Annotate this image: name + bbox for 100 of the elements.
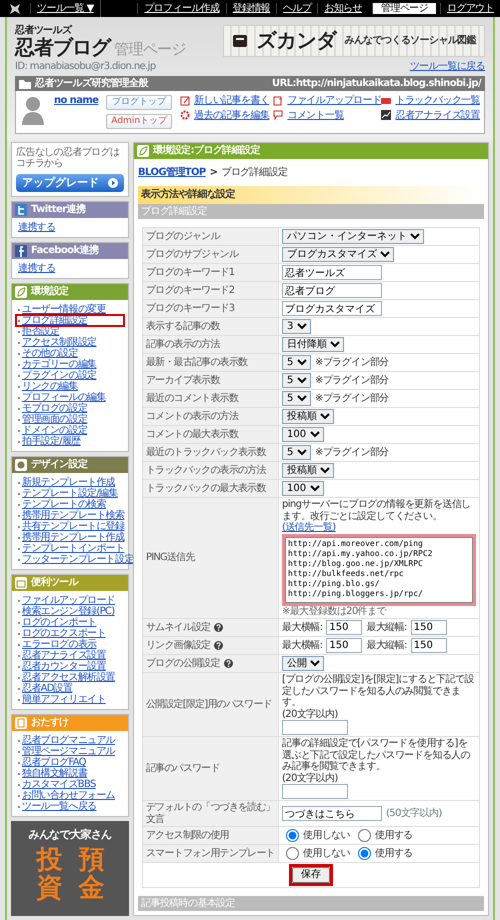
radio-button[interactable] bbox=[286, 847, 299, 860]
password-field[interactable] bbox=[282, 784, 348, 800]
nav-link[interactable]: ヘルプ bbox=[276, 2, 318, 14]
sidebar-link[interactable]: ログのインポート bbox=[22, 617, 96, 628]
sidebar-link[interactable]: お問い合わせフォーム bbox=[22, 790, 116, 802]
breadcrumb-link[interactable]: BLOG管理TOP bbox=[138, 166, 206, 178]
radio-button[interactable] bbox=[358, 829, 372, 842]
sidebar-link[interactable]: 連携する bbox=[18, 222, 56, 234]
sidebar-link[interactable]: プラグインの設定 bbox=[22, 370, 96, 382]
sidebar-link[interactable]: 共有テンプレートに登録 bbox=[22, 521, 124, 532]
sidebar-link[interactable]: その他の設定 bbox=[22, 348, 78, 360]
text-field[interactable]: 150 bbox=[410, 620, 447, 636]
sidebar-link[interactable]: ログのエクスポート bbox=[22, 628, 106, 640]
arrow-circle-icon bbox=[108, 178, 118, 188]
sidebar-link[interactable]: カスタマイズBBS bbox=[22, 779, 96, 790]
sidebar-link[interactable]: 忍者ブログFAQ bbox=[22, 757, 86, 768]
ad-banner[interactable]: みんなで大家さん 投資 預金 bbox=[11, 821, 129, 916]
sidebar-link[interactable]: 管理画面の設定 bbox=[22, 414, 88, 426]
sidebar-link[interactable]: テンプレート設定/編集 bbox=[22, 488, 118, 500]
field-note: ※プラグイン部分 bbox=[315, 446, 389, 458]
gear-icon bbox=[180, 110, 190, 120]
select-field[interactable]: ブログカスタマイズ bbox=[282, 247, 394, 262]
select-field[interactable]: 5 bbox=[282, 373, 311, 388]
ping-textarea[interactable]: http://api.moreover.com/ping http://api.my.yahoo.co.jp/RPC2 http://blog.goo.ne.jp/XMLRPC http://bulkfeeds.net/rpc http://ping.blo.gs/ http://ping.bloggers.jp/rpc/ bbox=[285, 536, 473, 603]
radio-button[interactable] bbox=[358, 847, 372, 860]
select-field[interactable]: 投稿順 bbox=[282, 409, 334, 424]
sidebar-link[interactable]: 忍者ブログマニュアル bbox=[22, 735, 116, 746]
shortcut-link[interactable]: 忍者アナライズ設置 bbox=[395, 110, 480, 121]
user-name[interactable]: no name bbox=[54, 95, 98, 106]
sidebar-link[interactable]: 忍者AD設置 bbox=[22, 683, 72, 694]
field-label: 記事のパスワード bbox=[146, 762, 220, 774]
sidebar-link[interactable]: 管理ページマニュアル bbox=[22, 746, 116, 758]
select-field[interactable]: 5 bbox=[282, 391, 311, 406]
sidebar-link[interactable]: 忍者カウンター設置 bbox=[22, 661, 106, 672]
ad-banner[interactable]: ズカンダ みんなでつくるソーシャル図鑑 bbox=[223, 24, 485, 56]
select-field[interactable]: 100 bbox=[282, 427, 324, 442]
shortcut-link[interactable]: トラックバック一覧 bbox=[395, 95, 480, 106]
sidebar-link[interactable]: テンプレートインポート bbox=[22, 543, 124, 554]
tools-menu[interactable]: ツール一覧 ▼ bbox=[30, 2, 100, 14]
text-field[interactable]: 150 bbox=[326, 620, 362, 636]
radio-button[interactable] bbox=[286, 829, 299, 842]
text-field[interactable]: 150 bbox=[326, 638, 362, 654]
select-field[interactable]: 公開 bbox=[282, 656, 324, 672]
text-field[interactable]: 忍者ブログ bbox=[282, 283, 382, 298]
server-list-link[interactable]: (送信先一覧) bbox=[282, 522, 336, 534]
sidebar-link[interactable]: プロフィールの編集 bbox=[22, 392, 106, 404]
radio-label[interactable]: 使用しない bbox=[303, 830, 350, 842]
sidebar-link[interactable]: テンプレートの検索 bbox=[22, 499, 106, 510]
text-field[interactable]: 150 bbox=[410, 638, 447, 654]
sidebar-link[interactable]: 携帯用テンプレート検索 bbox=[22, 510, 124, 522]
nav-link[interactable]: お知らせ bbox=[317, 2, 368, 14]
password-field[interactable] bbox=[282, 720, 348, 736]
back-link[interactable]: ツール一覧に戻る bbox=[410, 60, 485, 72]
sidebar-link[interactable]: 簡単アフィリエイト bbox=[22, 694, 106, 706]
nav-link[interactable]: 管理ページ bbox=[372, 2, 436, 14]
sidebar-link[interactable]: ファイルアップロード bbox=[22, 595, 116, 606]
sidebar-link[interactable]: アクセス制限設定 bbox=[22, 337, 96, 348]
nav-link[interactable]: ログアウト bbox=[440, 2, 500, 14]
radio-label[interactable]: 使用しない bbox=[303, 848, 350, 860]
sidebar-link[interactable]: 連携する bbox=[18, 263, 56, 274]
select-field[interactable]: 100 bbox=[282, 481, 324, 496]
select-field[interactable]: パソコン・インターネット bbox=[282, 229, 424, 244]
shortcut-link[interactable]: 過去の記事を編集 bbox=[194, 110, 270, 121]
sidebar-link[interactable]: 忍者アクセス解析設置 bbox=[22, 672, 116, 684]
select-field[interactable]: 3 bbox=[282, 319, 311, 334]
text-field[interactable]: 忍者ツールズ bbox=[282, 265, 382, 280]
select-field[interactable]: 日付降順 bbox=[282, 337, 344, 352]
upgrade-button[interactable]: アップグレード bbox=[16, 174, 124, 192]
select-field[interactable]: 5 bbox=[282, 355, 311, 370]
sidebar-link[interactable]: 拍手設定/履歴 bbox=[22, 436, 80, 448]
avatar-icon bbox=[20, 95, 46, 125]
shortcut-link[interactable]: 新しい記事を書く bbox=[194, 95, 270, 106]
nav-button[interactable]: ブログトップ bbox=[106, 95, 172, 110]
sidebar-link[interactable]: エラーログの表示 bbox=[22, 639, 96, 650]
sidebar-link[interactable]: 検索エンジン登録(PC) bbox=[22, 606, 114, 618]
nav-link[interactable]: 登録情報 bbox=[226, 2, 276, 14]
nav-button[interactable]: Adminトップ bbox=[106, 114, 172, 129]
shortcut-link[interactable]: コメント一覧 bbox=[287, 110, 344, 121]
sidebar-link[interactable]: 新規テンプレート作成 bbox=[22, 477, 116, 488]
nav-link[interactable]: プロフィール作成 bbox=[137, 2, 226, 14]
radio-label[interactable]: 使用する bbox=[375, 830, 413, 842]
shortcut-link[interactable]: ファイルアップロード bbox=[287, 95, 382, 106]
sidebar-link[interactable]: 忍者アナライズ設置 bbox=[22, 650, 106, 662]
subsection-header: ブログ詳細設定 bbox=[138, 204, 484, 220]
select-field[interactable]: 5 bbox=[282, 445, 311, 460]
sidebar-link[interactable]: 独自構文解説書 bbox=[22, 768, 88, 780]
sidebar-link[interactable]: モブログの設定 bbox=[22, 403, 88, 414]
sidebar-link[interactable]: 携帯用テンプレート作成 bbox=[22, 532, 124, 544]
text-field[interactable]: つづきはこちら bbox=[282, 806, 382, 822]
text-field[interactable]: ブログカスタマイズ bbox=[282, 301, 382, 316]
sidebar-link[interactable]: リンクの編集 bbox=[22, 381, 78, 392]
section-header: 記事投稿時の基本設定 bbox=[138, 896, 484, 912]
radio-label[interactable]: 使用する bbox=[375, 848, 413, 860]
select-field[interactable]: 投稿順 bbox=[282, 463, 334, 478]
sidebar-link[interactable]: カテゴリーの編集 bbox=[22, 359, 96, 370]
sidebar-link[interactable]: ツール一覧へ戻る bbox=[22, 801, 96, 812]
sidebar-link[interactable]: ドメインの設定 bbox=[22, 425, 88, 436]
save-button[interactable]: 保存 bbox=[292, 867, 330, 883]
field-note: ※最大登録数は20件まで bbox=[282, 606, 388, 618]
sidebar-link[interactable]: ユーザー情報の変更 bbox=[22, 304, 106, 316]
